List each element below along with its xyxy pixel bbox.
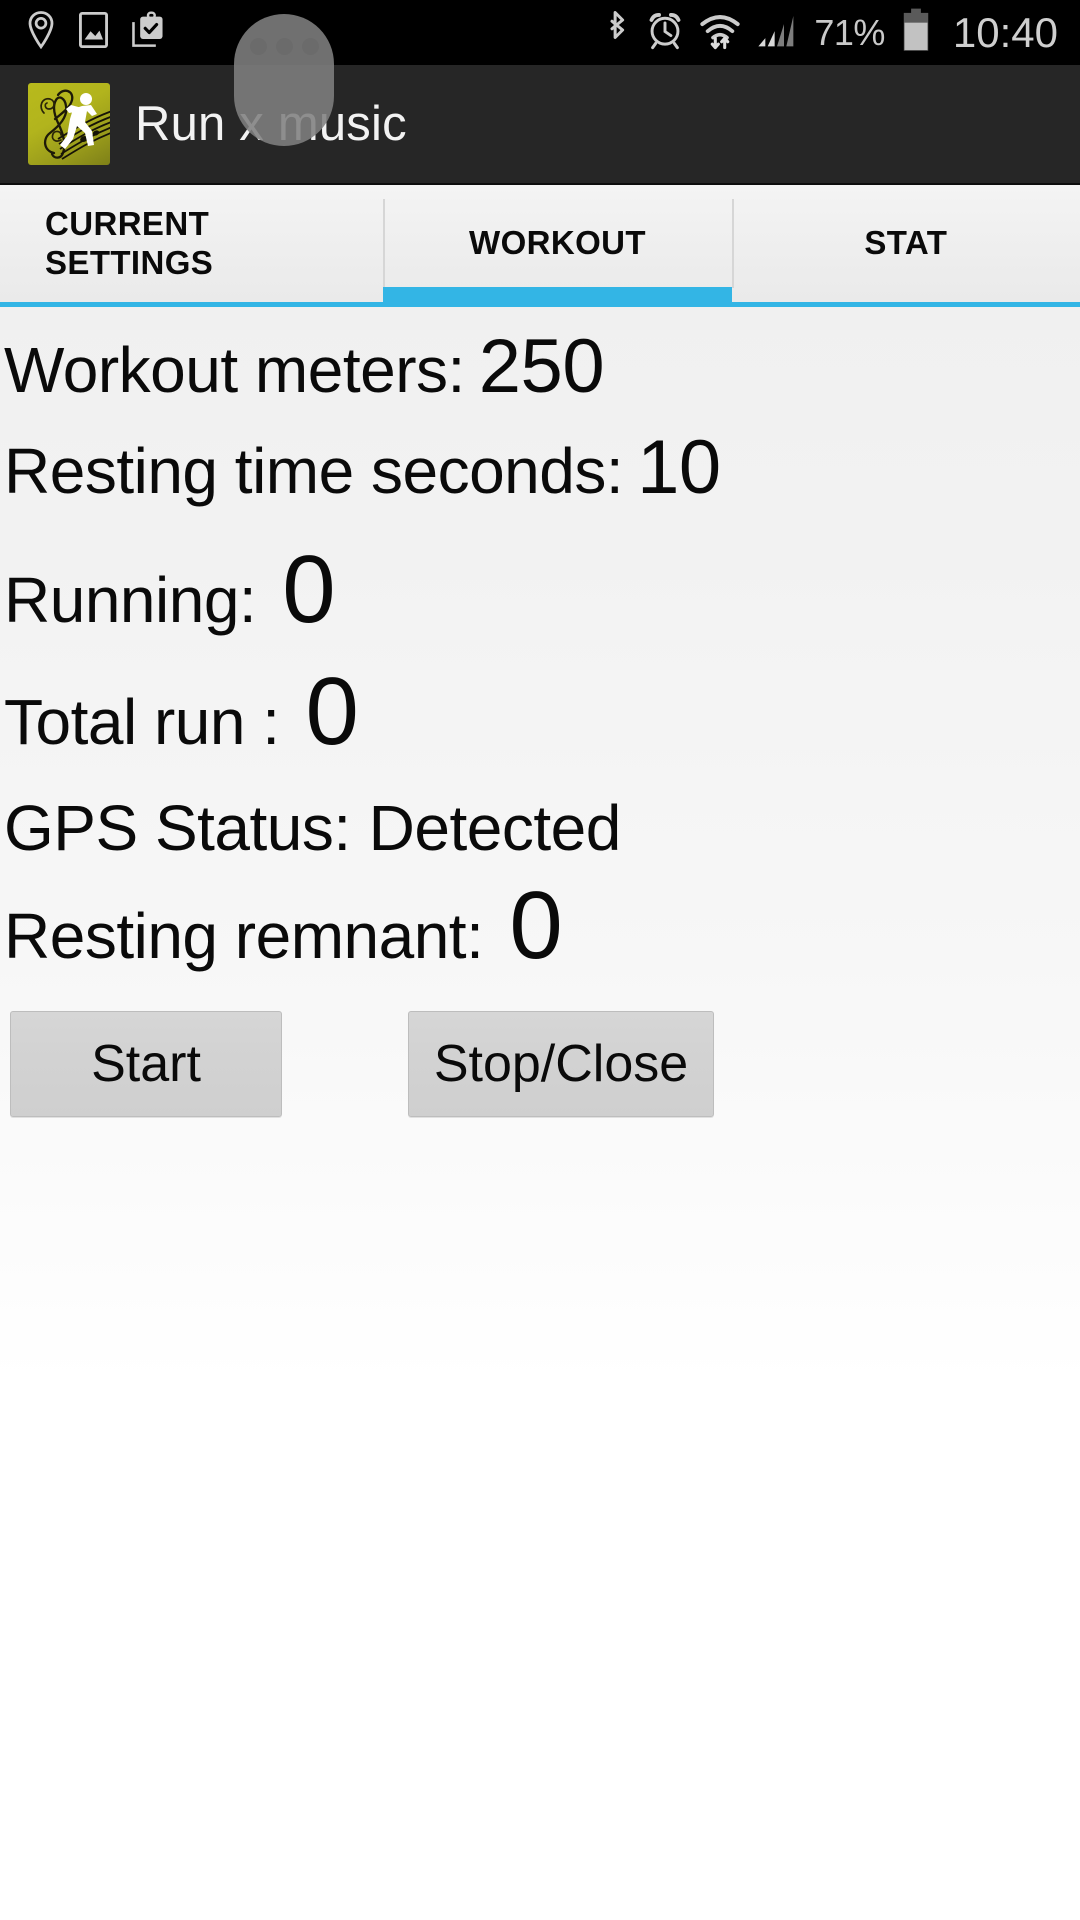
workout-meters-value: 250 <box>478 324 605 409</box>
battery-icon <box>901 8 931 57</box>
start-button[interactable]: Start <box>10 1011 282 1117</box>
total-run-row: Total run : 0 <box>0 657 1080 767</box>
clock-label: 10:40 <box>952 8 1058 56</box>
resting-time-row: Resting time seconds: 10 <box>0 424 1080 511</box>
resting-time-value: 10 <box>637 425 721 510</box>
alarm-clock-icon <box>646 10 684 55</box>
tab-workout-label: WORKOUT <box>469 224 646 262</box>
clipboard-check-icon <box>131 11 165 54</box>
wifi-icon <box>700 10 740 55</box>
total-run-label: Total run : <box>4 686 280 758</box>
status-bar-left-icons <box>26 11 165 54</box>
resting-remnant-value: 0 <box>509 872 563 979</box>
battery-percent-label: 71% <box>814 11 885 53</box>
gps-status-value: Detected <box>368 792 622 864</box>
workout-meters-row: Workout meters: 250 <box>0 323 1080 410</box>
overflow-dots-bubble[interactable] <box>234 14 334 146</box>
phone-screen: 71% 10:40 Run music CURRENT SETTINGS WOR… <box>0 0 1080 1920</box>
bluetooth-icon <box>604 10 630 55</box>
tab-stat-label: STAT <box>864 224 948 262</box>
bubble-dot-3 <box>301 37 319 55</box>
running-row: Running: 0 <box>0 535 1080 645</box>
run-x-music-app-icon[interactable] <box>28 83 110 165</box>
workout-meters-label: Workout meters: <box>4 334 465 406</box>
status-bar: 71% 10:40 <box>0 0 1080 65</box>
bubble-dot-1 <box>249 37 267 55</box>
status-bar-right-icons: 71% 10:40 <box>604 8 1058 57</box>
workout-actions: Start Stop/Close <box>0 1011 1080 1117</box>
resting-remnant-row: Resting remnant: 0 <box>0 871 1080 981</box>
total-run-value: 0 <box>305 658 359 765</box>
photo-icon <box>78 11 109 54</box>
location-pin-icon <box>26 11 56 54</box>
tab-workout[interactable]: WORKOUT <box>383 185 732 307</box>
resting-remnant-label: Resting remnant: <box>4 900 484 972</box>
tab-bar: CURRENT SETTINGS WORKOUT STAT <box>0 185 1080 307</box>
app-icon-artwork <box>40 89 110 160</box>
workout-panel: Workout meters: 250 Resting time seconds… <box>0 323 1080 1117</box>
cellular-signal-icon <box>756 10 798 55</box>
tab-current-settings[interactable]: CURRENT SETTINGS <box>0 185 383 302</box>
tab-stat[interactable]: STAT <box>731 185 1080 302</box>
running-value: 0 <box>282 536 336 643</box>
action-bar: Run x music <box>0 65 1080 185</box>
gps-status-label: GPS Status: <box>4 792 351 864</box>
gps-status-row: GPS Status: Detected <box>0 791 1080 865</box>
resting-time-label: Resting time seconds: <box>4 435 624 507</box>
bubble-dot-2 <box>275 37 293 55</box>
stop-close-button[interactable]: Stop/Close <box>408 1011 714 1117</box>
tab-current-settings-label: CURRENT SETTINGS <box>45 204 214 281</box>
running-label: Running: <box>4 564 257 636</box>
